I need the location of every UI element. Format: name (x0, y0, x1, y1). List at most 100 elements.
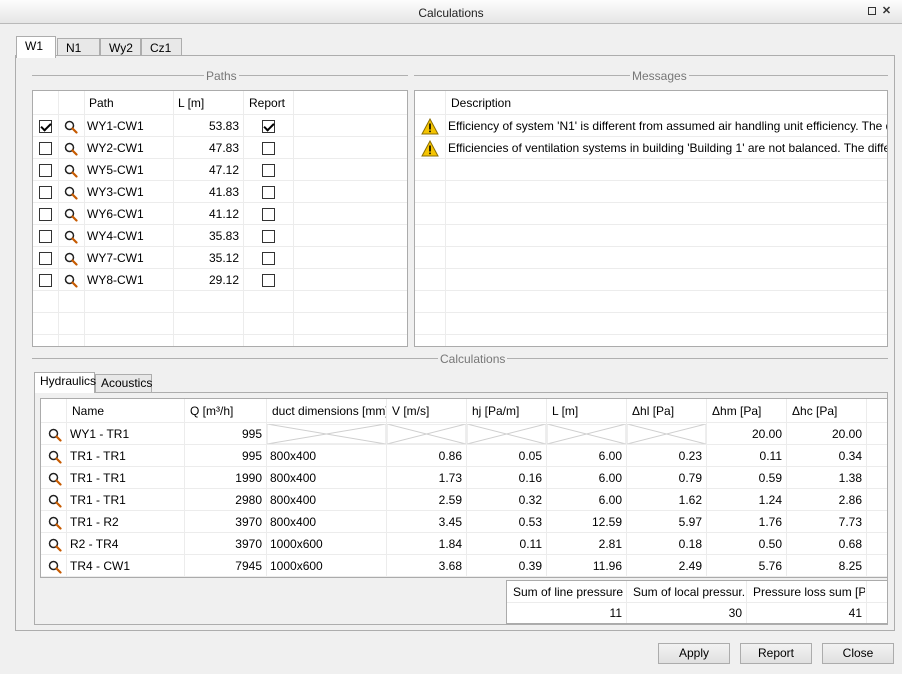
cell-l: 11.96 (592, 559, 622, 573)
messages-section-header: Messages (414, 69, 888, 83)
report-checkbox[interactable] (262, 252, 275, 265)
cell-dhc: 20.00 (831, 427, 862, 441)
table-row[interactable]: WY5-CW1 47.12 (33, 159, 407, 181)
column-header[interactable]: Δhl [Pa] (632, 400, 706, 422)
report-button[interactable]: Report (740, 643, 812, 664)
tab-acoustics[interactable]: Acoustics (95, 374, 152, 393)
magnifier-icon[interactable] (48, 428, 62, 442)
table-row[interactable]: TR4 - CW1 7945 1000x600 3.68 0.39 11.96 2.49 5.… (41, 555, 887, 577)
path-select-checkbox[interactable] (39, 252, 52, 265)
close-icon[interactable]: ✕ (880, 5, 893, 18)
path-select-checkbox[interactable] (39, 274, 52, 287)
path-name: WY6-CW1 (87, 207, 144, 221)
messages-grid[interactable]: Description Efficiency of system 'N1' is… (414, 90, 888, 347)
column-header[interactable]: duct dimensions [mm] (272, 400, 386, 422)
disabled-cell (387, 424, 466, 444)
table-row[interactable]: R2 - TR4 3970 1000x600 1.84 0.11 2.81 0.18 0.50… (41, 533, 887, 555)
cell-dhm: 5.76 (758, 559, 782, 573)
apply-button[interactable]: Apply (658, 643, 730, 664)
table-row[interactable]: WY7-CW1 35.12 (33, 247, 407, 269)
tab-hydraulics[interactable]: Hydraulics (34, 372, 96, 393)
report-checkbox[interactable] (262, 230, 275, 243)
column-header[interactable]: Name (72, 400, 184, 422)
cell-dhm: 20.00 (751, 427, 782, 441)
cell-hj: 0.53 (518, 515, 542, 529)
cell-q: 3970 (235, 537, 262, 551)
summary-value: 41 (848, 606, 862, 620)
table-row[interactable]: WY3-CW1 41.83 (33, 181, 407, 203)
path-select-checkbox[interactable] (39, 230, 52, 243)
column-header[interactable]: L [m] (552, 400, 626, 422)
cell-dhc: 1.38 (838, 471, 862, 485)
column-header[interactable]: Δhm [Pa] (712, 400, 786, 422)
messages-header-description[interactable]: Description (451, 92, 511, 114)
summary-value: 11 (609, 606, 622, 620)
disabled-cell (467, 424, 546, 444)
magnifier-icon[interactable] (48, 516, 62, 530)
maximize-icon[interactable] (865, 5, 878, 18)
magnifier-icon[interactable] (64, 252, 78, 266)
cell-dhc: 0.68 (838, 537, 862, 551)
column-header[interactable]: Δhc [Pa] (792, 400, 866, 422)
report-checkbox[interactable] (262, 142, 275, 155)
cell-dhc: 8.25 (838, 559, 862, 573)
list-item[interactable]: Efficiencies of ventilation systems in b… (415, 137, 887, 159)
path-select-checkbox[interactable] (39, 186, 52, 199)
magnifier-icon[interactable] (64, 142, 78, 156)
column-header[interactable]: V [m/s] (392, 400, 466, 422)
close-button[interactable]: Close (822, 643, 894, 664)
magnifier-icon[interactable] (48, 450, 62, 464)
column-header[interactable]: Q [m³/h] (190, 400, 266, 422)
tab-w1[interactable]: W1 (16, 36, 56, 58)
calculations-section-label: Calculations (438, 352, 508, 366)
cell-l: 6.00 (598, 449, 622, 463)
report-checkbox[interactable] (262, 274, 275, 287)
magnifier-icon[interactable] (48, 472, 62, 486)
cell-hj: 0.11 (519, 537, 542, 551)
list-item[interactable]: Efficiency of system 'N1' is different f… (415, 115, 887, 137)
table-row[interactable]: WY6-CW1 41.12 (33, 203, 407, 225)
magnifier-icon[interactable] (64, 230, 78, 244)
magnifier-icon[interactable] (64, 164, 78, 178)
table-row[interactable]: TR1 - R2 3970 800x400 3.45 0.53 12.59 5.97 1.76… (41, 511, 887, 533)
report-checkbox[interactable] (262, 120, 275, 133)
cell-dim: 1000x600 (270, 537, 323, 551)
table-row[interactable]: WY2-CW1 47.83 (33, 137, 407, 159)
report-checkbox[interactable] (262, 186, 275, 199)
magnifier-icon[interactable] (48, 494, 62, 508)
report-checkbox[interactable] (262, 208, 275, 221)
path-select-checkbox[interactable] (39, 208, 52, 221)
cell-dhc: 2.86 (838, 493, 862, 507)
report-checkbox[interactable] (262, 164, 275, 177)
paths-section-label: Paths (204, 69, 239, 83)
table-row[interactable]: WY1-CW1 53.83 (33, 115, 407, 137)
path-select-checkbox[interactable] (39, 164, 52, 177)
magnifier-icon[interactable] (64, 120, 78, 134)
magnifier-icon[interactable] (64, 186, 78, 200)
cell-dim: 800x400 (270, 515, 317, 529)
paths-header-length[interactable]: L [m] (178, 92, 204, 114)
table-row[interactable]: WY1 - TR1 995 20.00 20.00 (41, 423, 887, 445)
magnifier-icon[interactable] (64, 274, 78, 288)
magnifier-icon[interactable] (48, 560, 62, 574)
table-row[interactable]: WY4-CW1 35.83 (33, 225, 407, 247)
path-select-checkbox[interactable] (39, 142, 52, 155)
table-row[interactable]: TR1 - TR1 2980 800x400 2.59 0.32 6.00 1.62 1.24… (41, 489, 887, 511)
magnifier-icon[interactable] (48, 538, 62, 552)
magnifier-icon[interactable] (64, 208, 78, 222)
cell-hj: 0.16 (518, 471, 542, 485)
paths-grid[interactable]: Path L [m] Report WY1-CW1 53.83 WY2-CW1 47.… (32, 90, 408, 347)
paths-header-path[interactable]: Path (89, 92, 114, 114)
path-name: WY1-CW1 (87, 119, 144, 133)
cell-dhl: 2.49 (678, 559, 702, 573)
cell-name: TR1 - TR1 (70, 449, 126, 463)
table-row[interactable]: TR1 - TR1 995 800x400 0.86 0.05 6.00 0.23 0.11 0… (41, 445, 887, 467)
paths-header-report[interactable]: Report (249, 92, 285, 114)
path-select-checkbox[interactable] (39, 120, 52, 133)
warning-icon (421, 117, 439, 135)
table-row[interactable]: TR1 - TR1 1990 800x400 1.73 0.16 6.00 0.79 0.59… (41, 467, 887, 489)
cell-v: 0.86 (438, 449, 462, 463)
table-row[interactable]: WY8-CW1 29.12 (33, 269, 407, 291)
column-header[interactable]: hj [Pa/m] (472, 400, 546, 422)
hydraulics-grid[interactable]: Name Q [m³/h] duct dimensions [mm] V [m/s] h… (40, 398, 888, 578)
